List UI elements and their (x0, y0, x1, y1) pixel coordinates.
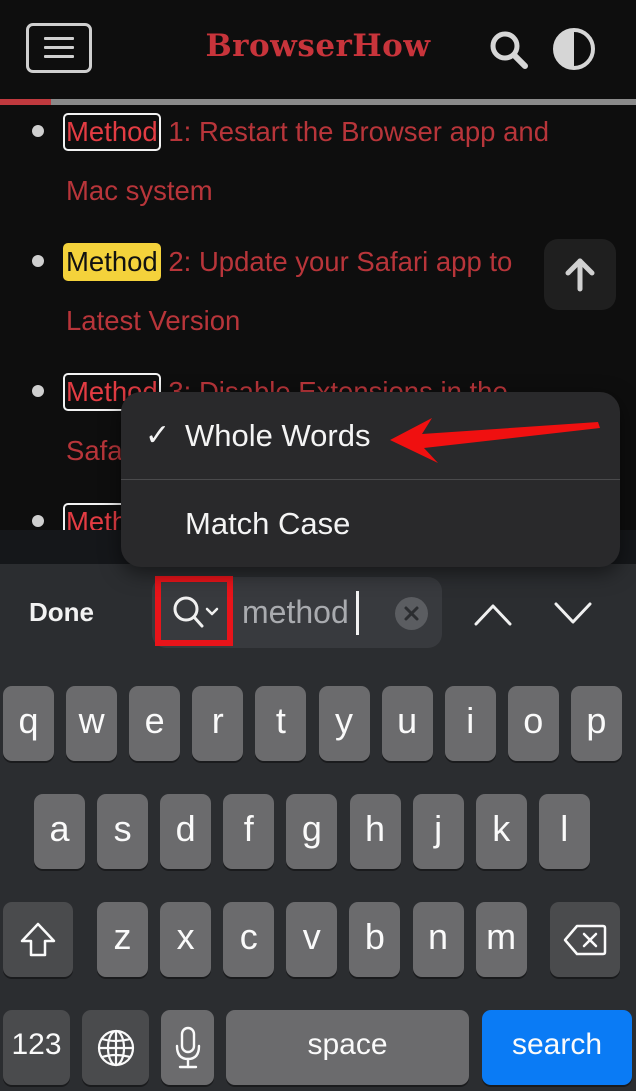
key-k[interactable]: k (475, 794, 527, 869)
dictation-key[interactable] (161, 1010, 214, 1085)
key-h[interactable]: h (349, 794, 401, 869)
bullet (32, 255, 44, 267)
key-n[interactable]: n (412, 902, 464, 977)
key-r[interactable]: r (192, 686, 244, 761)
list-item-text: Mac system (66, 175, 213, 206)
menu-item-match-case[interactable]: Match Case (121, 480, 620, 566)
key-l[interactable]: l (538, 794, 590, 869)
key-a[interactable]: a (34, 794, 85, 869)
key-d[interactable]: d (160, 794, 212, 869)
delete-key[interactable] (550, 902, 620, 977)
arrow-up-icon (565, 258, 595, 292)
shift-icon (20, 922, 56, 956)
key-b[interactable]: b (349, 902, 401, 977)
globe-key[interactable] (82, 1010, 149, 1085)
key-g[interactable]: g (286, 794, 338, 869)
globe-icon (97, 1029, 134, 1066)
chevron-up-icon[interactable] (473, 596, 513, 630)
key-m[interactable]: m (475, 902, 527, 977)
find-match-highlight: Method (63, 113, 161, 151)
space-key[interactable]: space (226, 1010, 469, 1085)
key-p[interactable]: p (570, 686, 622, 761)
key-y[interactable]: y (318, 686, 370, 761)
key-v[interactable]: v (286, 902, 338, 977)
contrast-icon[interactable] (551, 26, 597, 72)
key-s[interactable]: s (97, 794, 149, 869)
bullet (32, 515, 44, 527)
text-caret (356, 591, 359, 635)
scroll-to-top-button[interactable] (544, 239, 616, 310)
search-options-icon[interactable] (170, 593, 222, 633)
key-u[interactable]: u (381, 686, 433, 761)
bullet (32, 125, 44, 137)
key-q[interactable]: q (3, 686, 54, 761)
done-button[interactable]: Done (29, 597, 94, 628)
clear-icon (404, 606, 419, 621)
shift-key[interactable] (3, 902, 73, 977)
key-f[interactable]: f (223, 794, 275, 869)
list-item-text: 2: Update your Safari app to (160, 246, 513, 277)
bullet (32, 385, 44, 397)
key-e[interactable]: e (129, 686, 181, 761)
annotation-arrow-icon (390, 418, 600, 463)
checkmark-icon: ✓ (145, 419, 171, 452)
key-i[interactable]: i (444, 686, 496, 761)
site-logo[interactable]: BrowserHow (0, 28, 636, 64)
key-x[interactable]: x (160, 902, 212, 977)
list-item-text: Latest Version (66, 305, 241, 336)
key-w[interactable]: w (66, 686, 118, 761)
key-t[interactable]: t (255, 686, 307, 761)
clear-button[interactable] (395, 597, 428, 630)
site-header: BrowserHow (0, 0, 636, 100)
delete-icon (563, 924, 607, 955)
key-c[interactable]: c (223, 902, 275, 977)
search-icon[interactable] (487, 28, 531, 72)
list-item-text: 1: Restart the Browser app and (160, 116, 549, 147)
find-input[interactable] (242, 590, 392, 634)
key-o[interactable]: o (507, 686, 559, 761)
find-match-current: Method (63, 243, 161, 281)
numbers-key[interactable]: 123 (3, 1010, 70, 1085)
key-j[interactable]: j (412, 794, 464, 869)
key-z[interactable]: z (97, 902, 148, 977)
microphone-icon (175, 1026, 200, 1068)
chevron-down-icon[interactable] (553, 596, 593, 630)
search-key[interactable]: search (482, 1010, 632, 1085)
